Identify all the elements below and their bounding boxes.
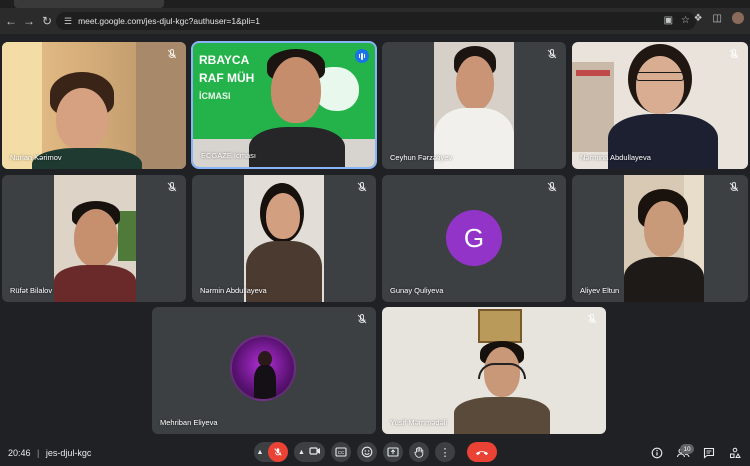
emoji-icon[interactable] [356,442,377,462]
participant-name: Rüfət Bilalov [10,286,53,295]
mic-off-icon [729,182,739,192]
participant-video [572,42,748,169]
raise-hand-icon[interactable] [408,442,429,462]
participant-name: Nərmin Abdullayeva [200,286,267,295]
chevron-up-icon[interactable]: ▲ [254,449,266,456]
browser-toolbar: ← → ↻ ☰ meet.google.com/jes-djul-kgc?aut… [0,8,750,34]
chat-icon[interactable] [702,446,716,460]
headphones [478,363,526,379]
call-controls: ▲ ▲ CC ⋮ [254,442,497,462]
participant-name: Aliyev Eltun [580,286,620,295]
mic-off-icon [729,49,739,59]
extensions-icon[interactable]: ❖ [694,13,703,24]
banner-line-2: RAF MÜH [199,71,255,85]
participant-tile[interactable]: Nurlan Kərimov [2,42,186,169]
meeting-controls-bar: 20:46 | jes-djul-kgc ▲ ▲ CC ⋮ 10 [0,438,750,466]
sidebar-icon[interactable]: ◫ [713,13,722,24]
participant-tile[interactable]: Rüfət Bilalov [2,175,186,302]
participant-avatar [230,335,296,401]
participant-video [434,42,514,169]
activities-icon[interactable] [728,446,742,460]
svg-text:CC: CC [338,450,345,455]
clock-time: 20:46 [8,448,31,458]
participant-name: Yusif Məmmədəli [390,418,448,427]
present-icon[interactable] [382,442,403,462]
side-panel-toggles: 10 [650,444,742,460]
site-info-icon[interactable]: ☰ [64,16,72,27]
address-bar[interactable]: ☰ meet.google.com/jes-djul-kgc?authuser=… [56,12,696,30]
speaking-indicator-icon [355,49,369,63]
participant-tile-active-speaker[interactable]: RBAYCA RAF MÜH İCMASI ECGAZE İcması [191,41,377,169]
mic-off-icon [357,314,367,324]
participant-tile[interactable]: G Gunay Quliyeva [382,175,566,302]
participant-name: Mehriban Eliyeva [160,418,218,427]
banner-line-3: İCMASI [199,91,231,101]
browser-tab[interactable] [14,0,164,8]
people-count-badge: 10 [680,444,694,454]
participant-video [244,175,324,302]
mic-off-icon [167,182,177,192]
cast-icon[interactable]: ▣ [664,15,673,26]
participant-name: ECGAZE İcması [201,151,257,160]
video-settings-group: ▲ [294,442,325,462]
participant-video [54,175,136,302]
mic-off-icon [547,182,557,192]
mic-off-icon [587,314,597,324]
participant-name: Ceyhun Fərzəliyev [390,153,453,162]
participant-video: RBAYCA RAF MÜH İCMASI [193,43,375,167]
audio-settings-group: ▲ [254,442,288,462]
participant-tile[interactable]: Aliyev Eltun [572,175,748,302]
participant-video [382,307,606,434]
banner-line-1: RBAYCA [199,53,250,67]
participant-avatar: G [446,210,502,266]
captions-icon[interactable]: CC [330,442,351,462]
tab-strip [0,0,750,8]
camera-icon[interactable] [309,446,321,459]
more-options-icon[interactable]: ⋮ [434,442,455,462]
reload-icon[interactable]: ↻ [38,12,56,30]
forward-icon[interactable]: → [20,12,38,30]
participant-tile[interactable]: Ceyhun Fərzəliyev [382,42,566,169]
mic-off-icon [547,49,557,59]
participant-video [624,175,704,302]
info-icon[interactable] [650,446,664,460]
separator: | [37,448,40,458]
participant-tile[interactable]: Mehriban Eliyeva [152,307,376,434]
profile-avatar[interactable] [732,12,744,24]
glasses [636,72,684,81]
back-icon[interactable]: ← [2,12,20,30]
mic-off-icon[interactable] [268,442,288,462]
participant-name: Nərmina Abdullayeva [580,153,651,162]
star-icon[interactable]: ☆ [681,15,690,26]
chevron-up-icon[interactable]: ▲ [298,449,305,456]
participant-tile[interactable]: Nərmina Abdullayeva [572,42,748,169]
participant-name: Gunay Quliyeva [390,286,444,295]
url-text[interactable]: meet.google.com/jes-djul-kgc?authuser=1&… [78,16,260,26]
end-call-icon[interactable] [466,442,497,462]
meeting-info: 20:46 | jes-djul-kgc [8,448,91,458]
participant-tile[interactable]: Nərmin Abdullayeva [192,175,376,302]
mic-off-icon [357,182,367,192]
participant-name: Nurlan Kərimov [10,153,62,162]
mic-off-icon [167,49,177,59]
participant-tile[interactable]: Yusif Məmmədəli [382,307,606,434]
participant-video [2,42,186,169]
meeting-code: jes-djul-kgc [45,448,92,458]
banner-text: RBAYCA RAF MÜH İCMASI [199,51,254,105]
